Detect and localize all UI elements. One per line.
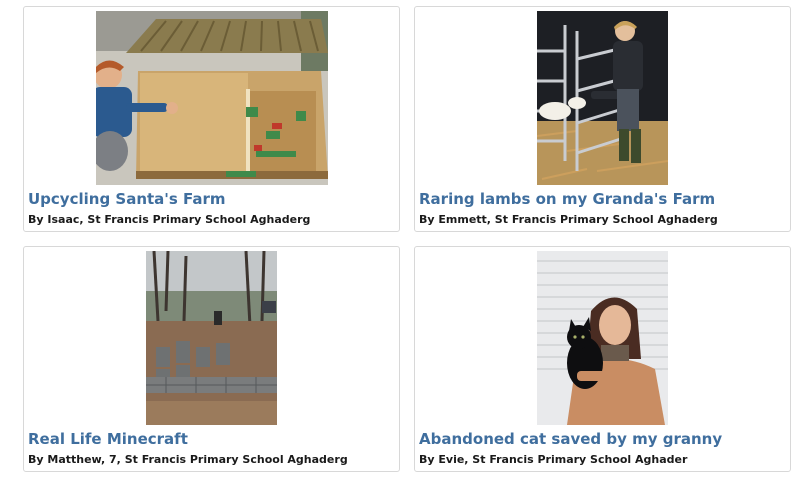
cat-image: [537, 251, 668, 425]
story-card: Abandoned cat saved by my granny By Evie…: [414, 246, 791, 472]
story-photo-toy-farm[interactable]: [96, 11, 328, 185]
story-byline: By Evie, St Francis Primary School Aghad…: [419, 453, 688, 466]
story-photo-lambs[interactable]: [537, 11, 668, 185]
minecraft-image: [146, 251, 277, 425]
lambs-image: [537, 11, 668, 185]
story-title-link[interactable]: Real Life Minecraft: [28, 430, 188, 448]
story-photo-minecraft[interactable]: [146, 251, 277, 425]
story-card: Raring lambs on my Granda's Farm By Emme…: [414, 6, 791, 232]
toy-farm-image: [96, 11, 328, 185]
story-title-link[interactable]: Raring lambs on my Granda's Farm: [419, 190, 715, 208]
story-title-link[interactable]: Upcycling Santa's Farm: [28, 190, 226, 208]
story-byline: By Isaac, St Francis Primary School Agha…: [28, 213, 311, 226]
story-grid: Upcycling Santa's Farm By Isaac, St Fran…: [0, 0, 800, 477]
story-card: Real Life Minecraft By Matthew, 7, St Fr…: [23, 246, 400, 472]
story-photo-cat[interactable]: [537, 251, 668, 425]
story-title-link[interactable]: Abandoned cat saved by my granny: [419, 430, 722, 448]
story-byline: By Emmett, St Francis Primary School Agh…: [419, 213, 718, 226]
story-byline: By Matthew, 7, St Francis Primary School…: [28, 453, 348, 466]
story-card: Upcycling Santa's Farm By Isaac, St Fran…: [23, 6, 400, 232]
